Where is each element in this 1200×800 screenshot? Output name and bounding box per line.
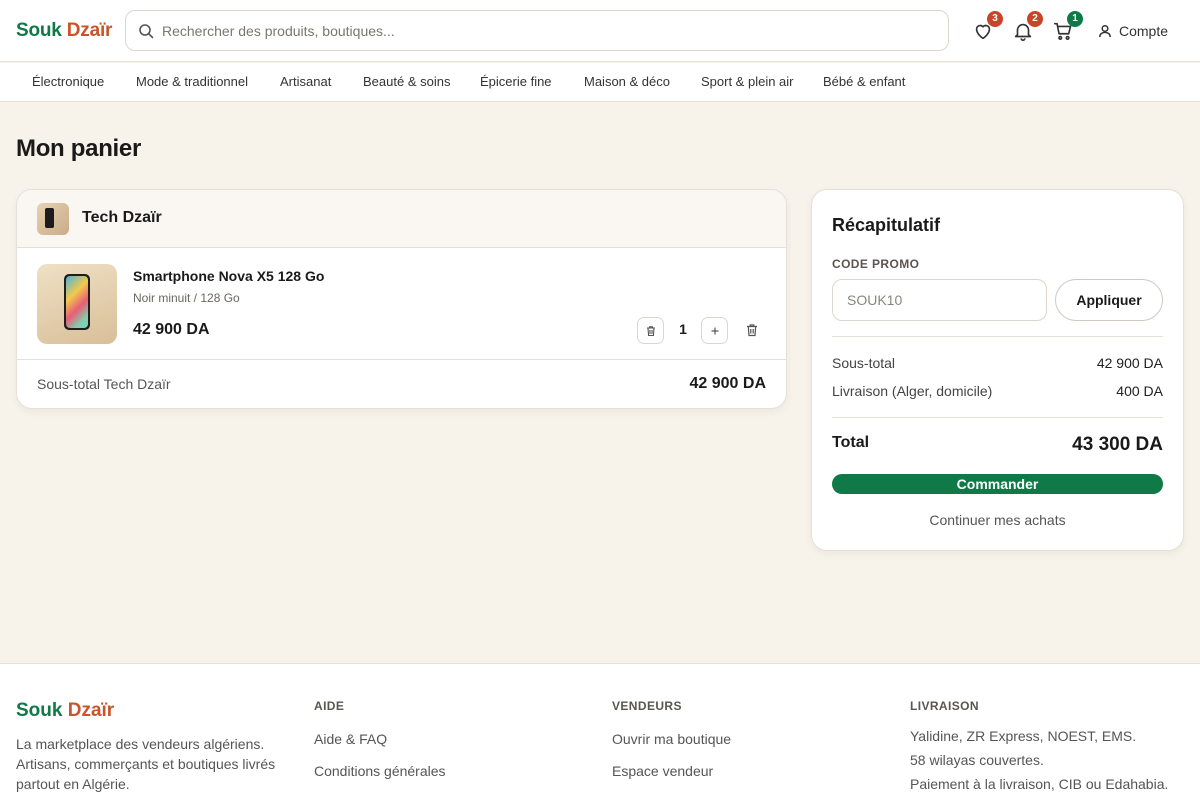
- footer-link-open-shop[interactable]: Ouvrir ma boutique: [612, 731, 731, 747]
- product-price: 42 900 DA: [133, 321, 210, 338]
- footer-logo-dzair: Dzaïr: [67, 700, 115, 721]
- shipping-label: Livraison (Alger, domicile): [832, 383, 993, 399]
- category-epicerie[interactable]: Épicerie fine: [480, 74, 552, 89]
- footer-delivery-heading: LIVRAISON: [910, 699, 979, 713]
- wishlist-count-badge: 3: [987, 11, 1003, 27]
- footer-link-vendor-space[interactable]: Espace vendeur: [612, 763, 713, 779]
- category-nav: Électronique Mode & traditionnel Artisan…: [0, 63, 1200, 102]
- product-name[interactable]: Smartphone Nova X5 128 Go: [133, 268, 324, 284]
- shop-subtotal-label: Sous-total Tech Dzaïr: [37, 376, 171, 392]
- divider: [832, 417, 1163, 418]
- site-footer: Souk Dzaïr La marketplace des vendeurs a…: [0, 663, 1200, 800]
- subtotal-label: Sous-total: [832, 355, 896, 371]
- divider: [832, 336, 1163, 337]
- total-value: 43 300 DA: [1072, 434, 1163, 455]
- category-maison[interactable]: Maison & déco: [584, 74, 670, 89]
- footer-delivery-carriers: Yalidine, ZR Express, NOEST, EMS.: [910, 728, 1137, 744]
- category-beaute[interactable]: Beauté & soins: [363, 74, 450, 89]
- cart-item: Smartphone Nova X5 128 Go Noir minuit / …: [17, 248, 786, 360]
- site-logo[interactable]: Souk Dzaïr: [16, 20, 112, 42]
- category-artisanat[interactable]: Artisanat: [280, 74, 331, 89]
- quantity-value: 1: [679, 321, 687, 337]
- logo-dzair: Dzaïr: [66, 20, 113, 41]
- cart-count-badge: 1: [1067, 11, 1083, 27]
- increase-quantity-button[interactable]: [701, 317, 728, 344]
- notifications-button[interactable]: 2: [1012, 11, 1043, 42]
- total-label: Total: [832, 434, 870, 451]
- remove-item-button[interactable]: [745, 323, 759, 337]
- logo-souk: Souk: [16, 20, 62, 41]
- footer-delivery-payment: Paiement à la livraison, CIB ou Edahabia…: [910, 776, 1169, 792]
- subtotal-value: 42 900 DA: [1096, 355, 1163, 371]
- footer-description: La marketplace des vendeurs algériens. A…: [16, 736, 276, 792]
- search-bar: [125, 10, 949, 51]
- cart-shop-card: Tech Dzaïr Smartphone Nova X5 128 Go Noi…: [16, 189, 787, 409]
- footer-delivery-coverage: 58 wilayas couvertes.: [910, 752, 1044, 768]
- top-header: Souk Dzaïr 3 2 1 Compte: [0, 0, 1200, 62]
- summary-title: Récapitulatif: [832, 215, 941, 235]
- user-icon: [1099, 24, 1111, 38]
- decrease-quantity-button[interactable]: [637, 317, 664, 344]
- footer-link-terms[interactable]: Conditions générales: [314, 763, 446, 779]
- category-bebe[interactable]: Bébé & enfant: [823, 74, 905, 89]
- shipping-value: 400 DA: [1116, 383, 1163, 399]
- plus-icon: [711, 327, 718, 334]
- footer-help-heading: AIDE: [314, 699, 345, 713]
- cart-button[interactable]: 1: [1052, 11, 1083, 42]
- category-sport[interactable]: Sport & plein air: [701, 74, 794, 89]
- product-image[interactable]: [37, 264, 117, 344]
- search-input[interactable]: [162, 11, 932, 50]
- continue-shopping-link[interactable]: Continuer mes achats: [812, 512, 1183, 528]
- shop-subtotal-value: 42 900 DA: [689, 375, 767, 392]
- footer-link-faq[interactable]: Aide & FAQ: [314, 731, 387, 747]
- apply-promo-button[interactable]: Appliquer: [1055, 279, 1163, 321]
- order-summary: Récapitulatif CODE PROMO Appliquer Sous-…: [811, 189, 1184, 551]
- shop-name[interactable]: Tech Dzaïr: [82, 209, 162, 227]
- search-icon: [139, 24, 154, 39]
- promo-code-input[interactable]: [832, 279, 1047, 321]
- footer-logo-souk: Souk: [16, 700, 63, 721]
- shop-header: Tech Dzaïr: [17, 190, 786, 248]
- shop-avatar[interactable]: [37, 203, 69, 235]
- wishlist-button[interactable]: 3: [972, 11, 1003, 42]
- page-title: Mon panier: [16, 135, 142, 162]
- category-electronique[interactable]: Électronique: [32, 74, 104, 89]
- account-label: Compte: [1119, 23, 1169, 39]
- footer-logo[interactable]: Souk Dzaïr: [16, 700, 114, 722]
- promo-code-label: CODE PROMO: [832, 257, 920, 271]
- product-variant: Noir minuit / 128 Go: [133, 291, 240, 305]
- account-button[interactable]: Compte: [1097, 22, 1168, 40]
- category-mode[interactable]: Mode & traditionnel: [136, 74, 248, 89]
- trash-icon: [646, 325, 655, 336]
- checkout-button[interactable]: Commander: [832, 474, 1163, 494]
- notifications-count-badge: 2: [1027, 11, 1043, 27]
- footer-vendors-heading: VENDEURS: [612, 699, 682, 713]
